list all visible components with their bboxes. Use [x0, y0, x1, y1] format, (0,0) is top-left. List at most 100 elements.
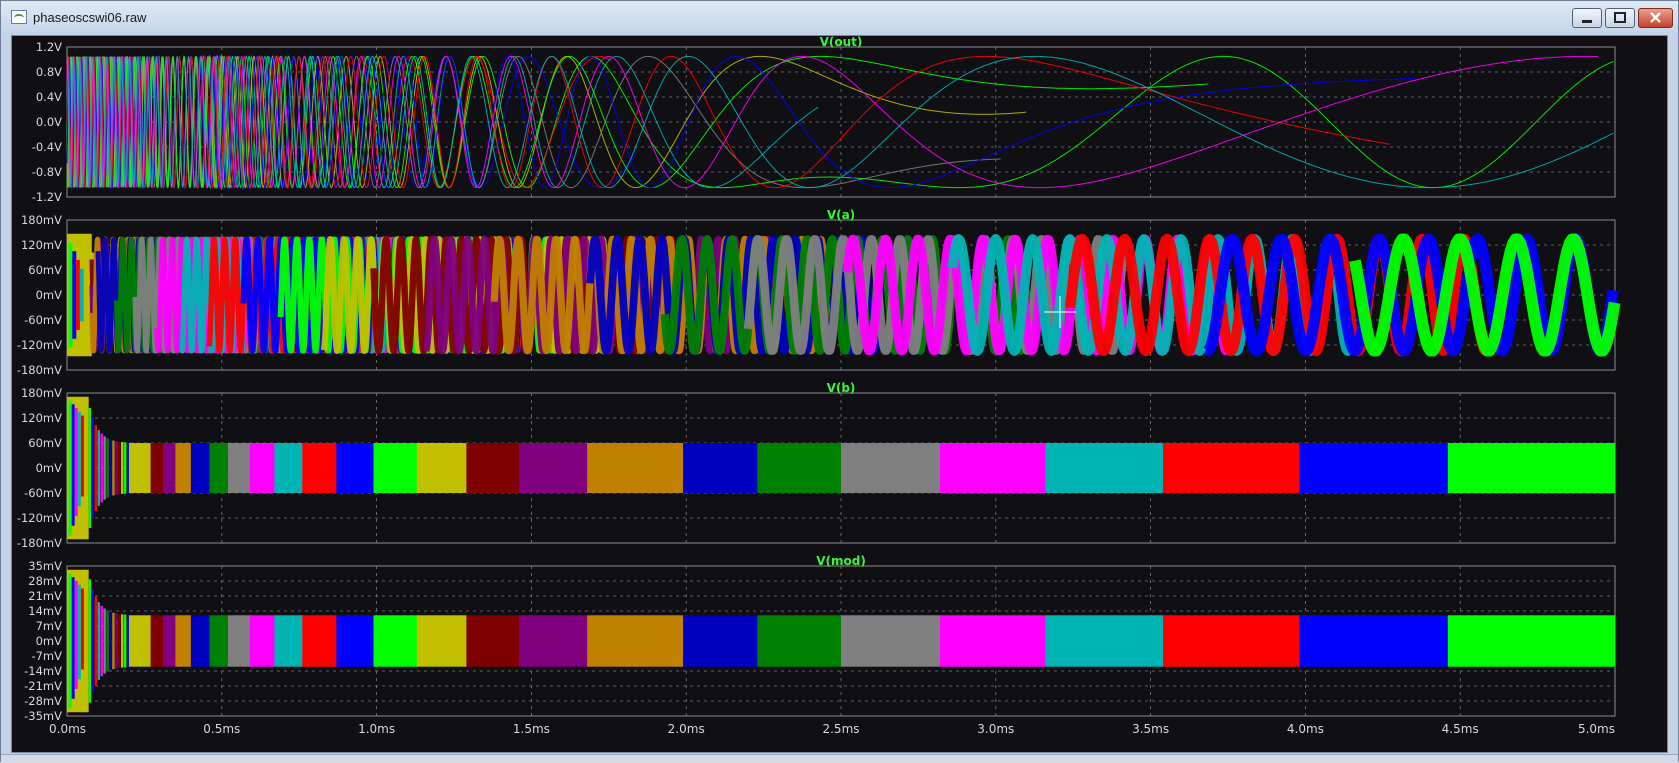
step-band: [249, 615, 275, 667]
y-tick-label: 60mV: [28, 436, 62, 450]
transient-segment: [112, 440, 115, 496]
startup-transient-trace: [72, 251, 77, 339]
x-tick-label: 0.0ms: [49, 722, 86, 736]
x-tick-label: 1.5ms: [513, 722, 550, 736]
y-tick-label: 180mV: [21, 213, 62, 227]
startup-transient-trace: [75, 260, 80, 330]
transient-segment: [94, 596, 98, 686]
y-tick-label: 35mV: [28, 559, 62, 573]
step-band: [841, 443, 941, 493]
y-tick-label: -7mV: [31, 649, 62, 663]
transient-segment: [88, 579, 92, 703]
maximize-button[interactable]: [1605, 8, 1635, 28]
step-band: [190, 443, 210, 493]
step-band: [336, 615, 375, 667]
minimize-button[interactable]: [1572, 8, 1602, 28]
pane-title[interactable]: V(out): [820, 36, 863, 49]
transient-segment: [121, 442, 124, 494]
y-tick-label: 0mV: [36, 461, 63, 475]
step-band: [1447, 615, 1616, 667]
step-band: [587, 443, 684, 493]
close-icon: [1650, 12, 1661, 23]
transient-segment: [109, 439, 112, 497]
x-tick-label: 2.0ms: [668, 722, 705, 736]
step-band: [1045, 615, 1164, 667]
plot-area[interactable]: 1.2V 0.8V 0.4V 0.0V -0.4V -0.8V -1.2V V(out) 180…: [11, 35, 1668, 753]
step-band: [162, 443, 176, 493]
pane-title[interactable]: V(b): [827, 381, 856, 395]
y-tick-label: 0mV: [36, 634, 63, 648]
transient-segment: [103, 436, 106, 500]
x-tick-label: 0.5ms: [203, 722, 240, 736]
waveform-chart[interactable]: 1.2V 0.8V 0.4V 0.0V -0.4V -0.8V -1.2V V(out) 180…: [12, 36, 1667, 752]
transient-segment: [91, 589, 95, 693]
step-band: [683, 615, 758, 667]
step-band: [190, 615, 210, 667]
y-tick-label: -60mV: [24, 313, 62, 327]
transient-segment: [106, 610, 109, 672]
step-band: [175, 443, 192, 493]
step-band: [162, 615, 176, 667]
pane-title[interactable]: V(a): [827, 208, 855, 222]
transient-segment: [115, 441, 118, 495]
step-band: [209, 443, 229, 493]
transient-segment: [97, 430, 100, 506]
step-band: [940, 615, 1046, 667]
title-bar[interactable]: phaseoscswi06.raw: [1, 1, 1678, 35]
y-tick-label: -14mV: [24, 664, 62, 678]
x-tick-label: 5.0ms: [1578, 722, 1615, 736]
startup-transient-trace: [79, 268, 84, 322]
step-band: [227, 443, 251, 493]
startup-transient-trace: [74, 408, 78, 516]
transient-segment: [97, 602, 100, 680]
y-tick-label: -120mV: [17, 511, 62, 525]
step-band: [128, 615, 152, 667]
startup-transient-trace: [80, 415, 84, 497]
step-band: [128, 443, 152, 493]
step-band: [150, 615, 164, 667]
transient-segment: [123, 442, 127, 494]
step-band: [416, 443, 467, 493]
step-band: [1162, 443, 1300, 493]
step-band: [175, 615, 192, 667]
step-band: [519, 615, 588, 667]
y-tick-label: 0.4V: [36, 90, 62, 104]
x-tick-label: 4.0ms: [1287, 722, 1324, 736]
step-band: [227, 615, 251, 667]
startup-transient-trace: [71, 577, 75, 699]
y-tick-label: 0.0V: [36, 115, 62, 129]
transient-segment: [123, 614, 127, 668]
step-band: [209, 615, 229, 667]
x-tick-label: 2.5ms: [822, 722, 859, 736]
y-tick-label: 7mV: [36, 619, 63, 633]
step-band: [841, 615, 941, 667]
y-tick-label: -0.8V: [32, 165, 62, 179]
step-band: [1299, 443, 1449, 493]
y-tick-label: -180mV: [17, 363, 62, 377]
transient-segment: [112, 612, 115, 670]
step-band: [1447, 443, 1616, 493]
y-tick-label: 0mV: [36, 288, 63, 302]
step-band: [940, 443, 1046, 493]
transient-segment: [106, 438, 109, 498]
step-band: [336, 443, 375, 493]
startup-transient-trace: [77, 584, 81, 680]
step-band: [373, 615, 418, 667]
transient-segment: [88, 408, 92, 528]
y-tick-label: -0.4V: [32, 140, 62, 154]
step-band: [519, 443, 588, 493]
startup-transient-trace: [68, 242, 73, 348]
step-band: [373, 443, 418, 493]
x-tick-label: 3.0ms: [977, 722, 1014, 736]
close-button[interactable]: [1638, 8, 1673, 28]
pane-title[interactable]: V(mod): [816, 554, 866, 568]
transient-segment: [118, 441, 121, 495]
transient-segment: [103, 608, 106, 674]
transient-segment: [115, 613, 118, 669]
y-tick-label: 28mV: [28, 574, 62, 588]
y-tick-label: 0.8V: [36, 65, 62, 79]
step-band: [150, 443, 164, 493]
y-tick-label: 21mV: [28, 589, 62, 603]
y-tick-label: -1.2V: [32, 190, 62, 204]
step-band: [274, 615, 303, 667]
